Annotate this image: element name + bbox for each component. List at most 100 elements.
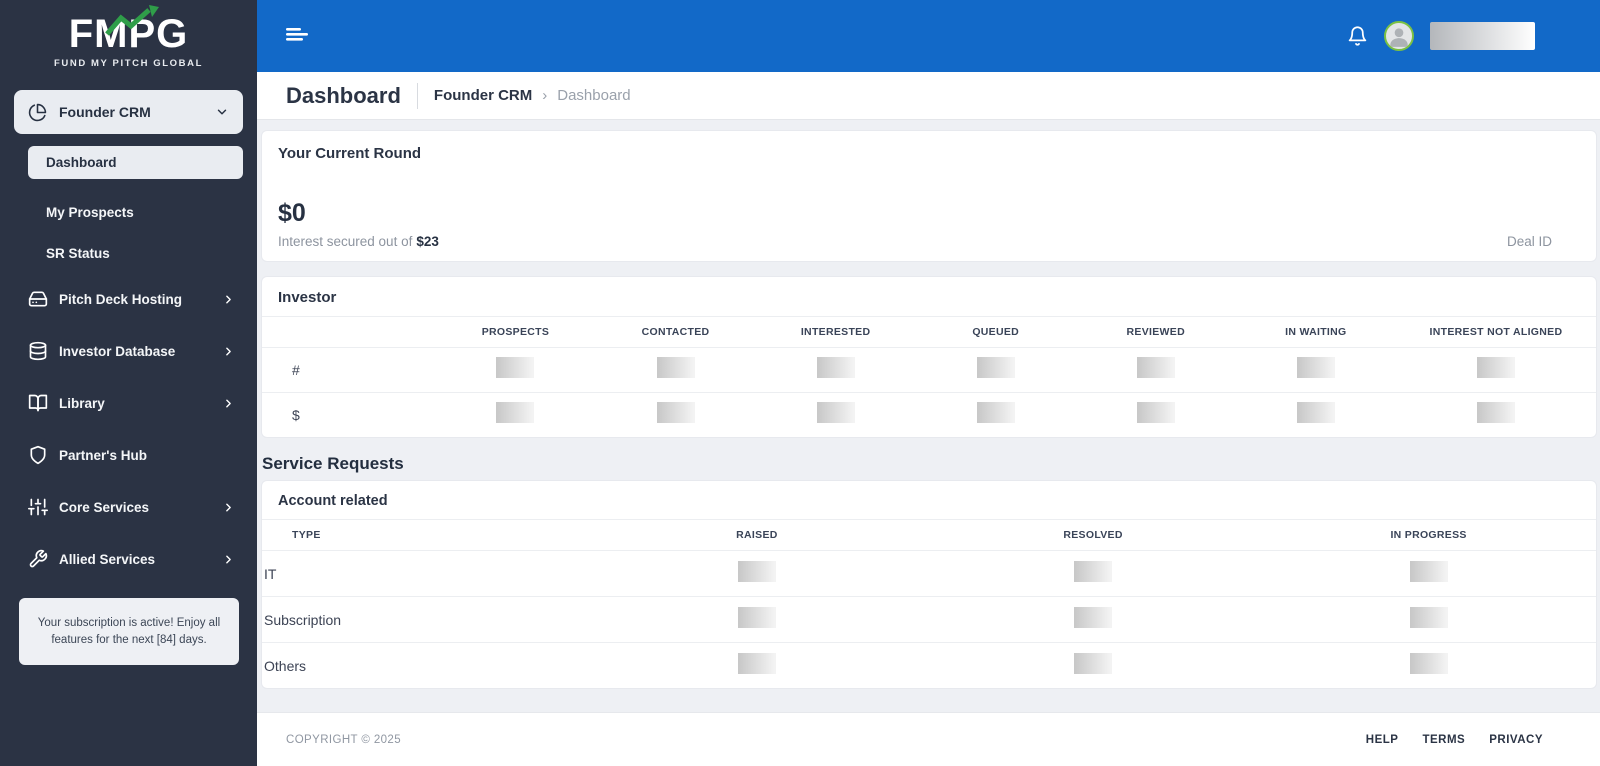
deal-id-label[interactable]: Deal ID [1507, 234, 1552, 249]
loading-placeholder [817, 402, 855, 423]
sidebar-item-label: Core Services [59, 500, 149, 515]
investor-header-row: PROSPECTS CONTACTED INTERESTED QUEUED RE… [262, 317, 1596, 348]
current-round-subtitle: Interest secured out of $23 [278, 234, 439, 249]
breadcrumb-parent[interactable]: Founder CRM [434, 87, 532, 104]
subtitle-target-value: $23 [416, 234, 439, 249]
terms-link[interactable]: TERMS [1422, 734, 1465, 746]
copyright-text: COPYRIGHT © 2025 [286, 734, 401, 746]
column-header-empty [262, 317, 435, 348]
loading-placeholder [1074, 561, 1112, 582]
current-round-amount: $0 [278, 199, 439, 228]
column-header-resolved: RESOLVED [925, 520, 1261, 551]
sidebar-item-core-services[interactable]: Core Services [0, 481, 257, 533]
brand-logo: FMPG FUND MY PITCH GLOBAL [0, 0, 257, 69]
user-name-placeholder[interactable] [1430, 22, 1535, 50]
loading-placeholder [496, 357, 534, 378]
chevron-right-icon [222, 345, 235, 358]
row-label-others: Others [262, 643, 589, 689]
topbar [257, 0, 1600, 72]
row-label-count: # [262, 348, 435, 393]
content-area: Your Current Round $0 Interest secured o… [257, 120, 1600, 712]
sidebar-item-investor-database[interactable]: Investor Database [0, 325, 257, 377]
column-header-queued: QUEUED [916, 317, 1076, 348]
book-open-icon [28, 393, 48, 413]
subscription-notice: Your subscription is active! Enjoy all f… [19, 598, 239, 665]
loading-placeholder [817, 357, 855, 378]
loading-placeholder [738, 653, 776, 674]
page-title-bar: Dashboard Founder CRM › Dashboard [257, 72, 1600, 120]
app-window: FMPG FUND MY PITCH GLOBAL Founder CRM [0, 0, 1600, 766]
sidebar-item-my-prospects[interactable]: My Prospects [0, 205, 257, 220]
sidebar-item-library[interactable]: Library [0, 377, 257, 429]
row-label-amount: $ [262, 393, 435, 438]
current-round-title: Your Current Round [278, 145, 1580, 162]
database-icon [28, 341, 48, 361]
loading-placeholder [1410, 607, 1448, 628]
privacy-link[interactable]: PRIVACY [1489, 734, 1543, 746]
table-row: Subscription [262, 597, 1596, 643]
chevron-right-icon [222, 501, 235, 514]
sidebar-item-label: Library [59, 396, 105, 411]
chevron-right-icon [222, 293, 235, 306]
loading-placeholder [657, 357, 695, 378]
menu-icon[interactable] [286, 24, 312, 48]
topbar-actions [1347, 21, 1535, 51]
sidebar-item-allied-services[interactable]: Allied Services [0, 533, 257, 585]
sidebar-item-label: Allied Services [59, 552, 155, 567]
footer: COPYRIGHT © 2025 HELP TERMS PRIVACY [257, 712, 1600, 766]
subtitle-prefix: Interest secured out of [278, 234, 412, 249]
sidebar-item-label: Dashboard [46, 155, 117, 170]
page-title: Dashboard [286, 83, 401, 109]
table-row: $ [262, 393, 1596, 438]
sidebar-item-label: My Prospects [46, 205, 134, 220]
investor-card-title: Investor [262, 289, 1596, 316]
bell-icon[interactable] [1347, 25, 1368, 47]
loading-placeholder [1410, 653, 1448, 674]
user-avatar[interactable] [1384, 21, 1414, 51]
service-requests-card-title: Account related [262, 493, 1596, 519]
service-requests-card: Account related TYPE RAISED RESOLVED IN … [261, 480, 1597, 689]
loading-placeholder [1297, 402, 1335, 423]
chevron-down-icon [215, 105, 229, 119]
sidebar: FMPG FUND MY PITCH GLOBAL Founder CRM [0, 0, 257, 766]
loading-placeholder [1137, 357, 1175, 378]
column-header-contacted: CONTACTED [595, 317, 755, 348]
chevron-right-icon [222, 553, 235, 566]
pie-chart-icon [28, 103, 47, 122]
loading-placeholder [1410, 561, 1448, 582]
service-header-row: TYPE RAISED RESOLVED IN PROGRESS [262, 520, 1596, 551]
column-header-interested: INTERESTED [756, 317, 916, 348]
loading-placeholder [1297, 357, 1335, 378]
sidebar-nav-group: Pitch Deck Hosting Investor Database [0, 273, 257, 585]
sidebar-item-label: Pitch Deck Hosting [59, 292, 182, 307]
crm-selector-label: Founder CRM [59, 104, 151, 120]
loading-placeholder [657, 402, 695, 423]
hard-drive-icon [28, 289, 48, 309]
breadcrumb-current: Dashboard [557, 87, 630, 104]
brand-logo-text: FMPG [69, 12, 189, 56]
loading-placeholder [1477, 357, 1515, 378]
sidebar-item-label: Investor Database [59, 344, 175, 359]
table-row: IT [262, 551, 1596, 597]
column-header-reviewed: REVIEWED [1076, 317, 1236, 348]
loading-placeholder [496, 402, 534, 423]
loading-placeholder [977, 357, 1015, 378]
crm-selector-dropdown[interactable]: Founder CRM [14, 90, 243, 134]
loading-placeholder [738, 607, 776, 628]
column-header-in-progress: IN PROGRESS [1261, 520, 1596, 551]
sidebar-item-pitch-deck-hosting[interactable]: Pitch Deck Hosting [0, 273, 257, 325]
loading-placeholder [1074, 607, 1112, 628]
brand-tagline: FUND MY PITCH GLOBAL [0, 58, 257, 69]
sidebar-item-sr-status[interactable]: SR Status [0, 246, 257, 261]
column-header-raised: RAISED [589, 520, 925, 551]
help-link[interactable]: HELP [1366, 734, 1399, 746]
service-requests-heading: Service Requests [262, 454, 1597, 474]
row-label-it: IT [262, 551, 589, 597]
breadcrumb-separator-icon: › [542, 87, 547, 104]
loading-placeholder [1074, 653, 1112, 674]
subscription-notice-text: Your subscription is active! Enjoy all f… [38, 617, 220, 646]
sidebar-item-partners-hub[interactable]: Partner's Hub [0, 429, 257, 481]
column-header-interest-not-aligned: INTEREST NOT ALIGNED [1396, 317, 1596, 348]
wrench-icon [28, 549, 48, 569]
sidebar-item-dashboard[interactable]: Dashboard [28, 146, 243, 179]
